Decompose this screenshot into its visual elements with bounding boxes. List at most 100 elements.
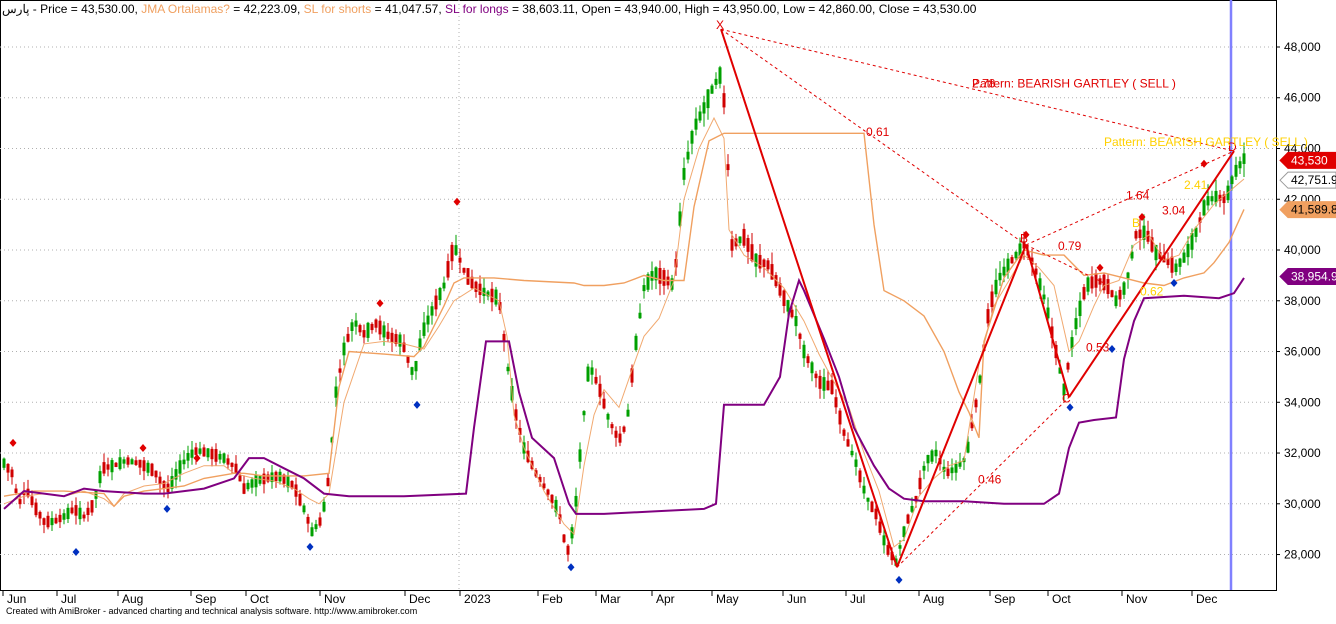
candle-body: [1206, 196, 1210, 206]
candle-body: [822, 377, 826, 391]
candle-body: [410, 367, 414, 375]
candle-body: [790, 309, 794, 318]
x-tick-label: May: [716, 592, 739, 606]
candle-body: [326, 477, 330, 487]
candle-body: [726, 164, 730, 171]
pattern-label: 2.41: [1184, 178, 1208, 192]
candle-body: [1126, 272, 1130, 279]
candle-body: [158, 476, 162, 484]
candle-body: [994, 279, 998, 295]
jma-label: JMA Ortalamas?: [141, 2, 230, 16]
candle-body: [314, 524, 318, 530]
candle-body: [62, 513, 66, 520]
pattern-label: 0.61: [866, 125, 890, 139]
candle-body: [502, 333, 506, 342]
x-tick-label: Oct: [250, 592, 269, 606]
candle-body: [1090, 276, 1094, 289]
candle-body: [1170, 256, 1174, 273]
candle-body: [718, 67, 722, 84]
candle-body: [1138, 229, 1142, 238]
candle-body: [702, 102, 706, 114]
jma-value: 42,223.09: [243, 2, 297, 16]
candle-body: [14, 488, 18, 493]
candle-body: [626, 409, 630, 417]
candle-body: [346, 333, 350, 342]
candle-body: [242, 483, 246, 494]
candle-body: [642, 285, 646, 292]
x-tick-label: Aug: [923, 592, 944, 606]
candle-body: [54, 517, 58, 524]
sl-longs-value: 38,603.11: [522, 2, 575, 16]
candle-body: [1234, 164, 1238, 177]
candle-body: [650, 271, 654, 281]
candle-body: [542, 483, 546, 489]
candle-body: [990, 291, 994, 307]
candle-body: [258, 476, 262, 484]
candle-body: [566, 545, 570, 555]
candle-body: [1178, 258, 1182, 267]
candle-body: [366, 322, 370, 338]
candle-body: [1110, 290, 1114, 298]
candle-body: [182, 459, 186, 465]
candle-body: [1214, 190, 1218, 203]
price-badge-label: 38,954.9: [1291, 270, 1336, 284]
candle-body: [794, 316, 798, 327]
candle-body: [946, 468, 950, 477]
candle-body: [382, 325, 386, 338]
candle-body: [782, 290, 786, 306]
candle-body: [762, 259, 766, 268]
candle-body: [202, 447, 206, 457]
candle-body: [886, 545, 890, 555]
chart-area: 28,000 30,000 32,000 34,000 36,000 38,000 40,0…: [0, 0, 1336, 619]
candle-body: [786, 300, 790, 312]
candle-body: [842, 429, 846, 436]
candle-body: [334, 386, 338, 398]
candle-body: [686, 151, 690, 160]
x-tick-label: Oct: [1052, 592, 1071, 606]
candle-body: [870, 501, 874, 513]
candle-body: [458, 257, 462, 263]
candle-body: [386, 331, 390, 339]
candle-body: [134, 460, 138, 465]
candle-body: [34, 502, 38, 516]
candle-body: [730, 239, 734, 251]
candle-body: [298, 493, 302, 506]
candle-body: [802, 344, 806, 359]
candle-body: [1014, 251, 1018, 259]
candle-body: [490, 288, 494, 303]
candle-body: [622, 426, 626, 432]
candle-body: [118, 457, 122, 470]
candle-body: [466, 268, 470, 285]
x-tick-label: Jul: [61, 592, 76, 606]
candle-body: [434, 295, 438, 310]
candle-body: [546, 489, 550, 495]
pattern-label: B: [1020, 231, 1028, 245]
candle-body: [38, 511, 42, 519]
candle-body: [358, 325, 362, 333]
candle-body: [634, 335, 638, 350]
candle-body: [930, 450, 934, 462]
pattern-label: 0.79: [1058, 239, 1082, 253]
x-tick-label: Nov: [324, 592, 345, 606]
candle-body: [130, 459, 134, 465]
candle-body: [698, 111, 702, 121]
candle-body: [310, 527, 314, 537]
pattern-label: B: [1132, 216, 1140, 230]
candle-body: [462, 267, 466, 273]
candle-body: [506, 366, 510, 372]
candle-body: [162, 481, 166, 489]
candle-body: [82, 514, 86, 519]
candle-body: [146, 462, 150, 473]
candle-body: [766, 260, 770, 270]
y-tick-label: 32,000: [1284, 446, 1321, 460]
candle-body: [190, 449, 194, 458]
x-tick-label: Feb: [542, 592, 563, 606]
candle-body: [738, 236, 742, 244]
candle-body: [454, 245, 458, 255]
candle-body: [586, 366, 590, 382]
candle-body: [1186, 243, 1190, 258]
candle-body: [6, 463, 10, 473]
candle-body: [934, 449, 938, 457]
candle-body: [846, 439, 850, 447]
candle-body: [482, 287, 486, 296]
